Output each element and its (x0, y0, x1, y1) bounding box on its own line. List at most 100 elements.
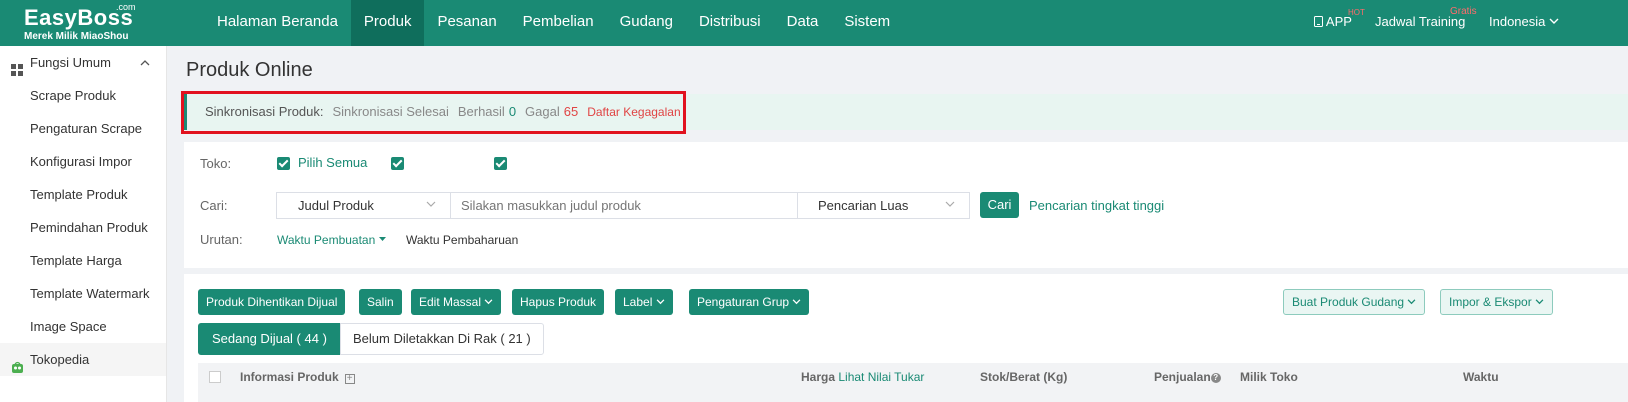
cari-label: Cari: (200, 198, 228, 213)
training-link[interactable]: Jadwal Training Gratis (1375, 6, 1477, 29)
sync-status: Sinkronisasi Selesai (332, 104, 449, 119)
label-button-label: Label (623, 295, 653, 309)
label-button[interactable]: Label (615, 289, 673, 315)
language-selector[interactable]: Indonesia (1489, 14, 1559, 29)
store-checkbox[interactable] (494, 157, 507, 170)
import-export-button[interactable]: Impor & Ekspor (1440, 289, 1554, 315)
search-mode-select[interactable]: Pencarian Luas (797, 193, 969, 218)
search-field-value: Judul Produk (298, 198, 374, 213)
stop-selling-button[interactable]: Produk Dihentikan Dijual (198, 289, 346, 315)
nav-data[interactable]: Data (774, 0, 832, 46)
caret-down-icon (378, 233, 386, 247)
tab-belum-diletakkan[interactable]: Belum Diletakkan Di Rak ( 21 ) (340, 323, 544, 355)
bulk-edit-button[interactable]: Edit Massal (411, 289, 502, 315)
failure-list-link[interactable]: Daftar Kegagalan (587, 105, 680, 119)
grid-icon (11, 56, 24, 76)
toko-label: Toko: (200, 156, 232, 171)
language-label: Indonesia (1489, 14, 1546, 29)
bulk-edit-label: Edit Massal (419, 295, 482, 309)
advanced-search-link[interactable]: Pencarian tingkat tinggi (1029, 198, 1164, 213)
sync-success-count: 0 (508, 104, 517, 119)
chevron-down-icon (792, 295, 801, 309)
chevron-down-icon (1549, 14, 1559, 29)
sidebar-group-label: Fungsi Umum (30, 55, 111, 70)
col-info-label: Informasi Produk (240, 370, 339, 384)
col-sales: Penjualan? (1154, 370, 1221, 384)
expand-icon[interactable]: + (344, 374, 355, 384)
sidebar-group-fungsi-umum[interactable]: Fungsi Umum (0, 46, 166, 79)
sort-creation-label: Waktu Pembuatan (277, 233, 376, 247)
chevron-up-icon (140, 46, 150, 79)
copy-button[interactable]: Salin (359, 289, 402, 315)
sync-fail-label: Gagal (525, 104, 560, 119)
chevron-down-icon (1535, 295, 1544, 309)
help-icon[interactable]: ? (1210, 373, 1221, 383)
store-checkbox[interactable] (391, 157, 404, 170)
app-link[interactable]: APP HOT (1314, 8, 1365, 29)
nav-pembelian[interactable]: Pembelian (510, 0, 607, 46)
sidebar: Fungsi Umum Scrape Produk Pengaturan Scr… (0, 46, 167, 402)
search-button[interactable]: Cari (980, 192, 1019, 218)
sync-status-bar: Sinkronisasi Produk: Sinkronisasi Selesai… (184, 94, 1628, 130)
nav-pesanan[interactable]: Pesanan (424, 0, 509, 46)
filter-panel: Toko: Pilih Semua Cari: Judul Produk Pen… (184, 142, 1628, 268)
training-gratis-badge: Gratis (1450, 6, 1477, 17)
select-all-label[interactable]: Pilih Semua (298, 155, 367, 170)
chevron-down-icon (945, 193, 955, 218)
delete-product-button[interactable]: Hapus Produk (512, 289, 605, 315)
nav-produk[interactable]: Produk (350, 0, 425, 46)
search-mode-value: Pencarian Luas (818, 198, 909, 213)
chevron-down-icon (426, 193, 436, 218)
top-navbar: .com EasyBoss Merek Milik MiaoShou Halam… (0, 0, 1628, 46)
col-shop: Milik Toko (1240, 370, 1298, 384)
col-sales-label: Penjualan (1154, 370, 1211, 384)
chevron-down-icon (656, 295, 665, 309)
main-content: Produk Online Sinkronisasi Produk: Sinkro… (167, 46, 1628, 402)
sidebar-group-tokopedia[interactable]: Tokopedia (0, 343, 166, 376)
sidebar-item-pengaturan-scrape[interactable]: Pengaturan Scrape (0, 112, 166, 145)
nav-gudang[interactable]: Gudang (607, 0, 686, 46)
chevron-down-icon (484, 295, 493, 309)
logo[interactable]: .com EasyBoss Merek Milik MiaoShou (22, 2, 152, 44)
create-warehouse-label: Buat Produk Gudang (1292, 295, 1405, 309)
sidebar-item-template-produk[interactable]: Template Produk (0, 178, 166, 211)
search-input[interactable] (451, 193, 797, 218)
select-all-checkbox[interactable] (277, 157, 290, 170)
sidebar-item-template-harga[interactable]: Template Harga (0, 244, 166, 277)
logo-name: EasyBoss (24, 5, 134, 30)
group-settings-button[interactable]: Pengaturan Grup (689, 289, 810, 315)
col-price-label: Harga (801, 370, 836, 384)
select-all-rows-checkbox[interactable] (209, 371, 221, 383)
sort-label: Urutan: (200, 232, 243, 247)
sidebar-item-scrape-produk[interactable]: Scrape Produk (0, 79, 166, 112)
sync-fail-count: 65 (563, 104, 579, 119)
sidebar-item-template-watermark[interactable]: Template Watermark (0, 277, 166, 310)
nav-halaman-beranda[interactable]: Halaman Beranda (204, 0, 351, 46)
chevron-down-icon (1407, 295, 1416, 309)
app-hot-badge: HOT (1348, 8, 1365, 17)
sidebar-group-label: Tokopedia (30, 352, 90, 367)
product-list-panel: Produk Dihentikan Dijual Salin Edit Mass… (184, 274, 1628, 402)
sidebar-item-konfigurasi-impor[interactable]: Konfigurasi Impor (0, 145, 166, 178)
sort-update-time[interactable]: Waktu Pembaharuan (406, 233, 518, 247)
sidebar-item-pemindahan-produk[interactable]: Pemindahan Produk (0, 211, 166, 244)
sync-label: Sinkronisasi Produk: (205, 104, 324, 119)
phone-icon (1314, 14, 1326, 29)
col-stock: Stok/Berat (Kg) (980, 370, 1068, 384)
table-header: Informasi Produk + Harga Lihat Nilai Tuka… (198, 363, 1628, 402)
col-info: Informasi Produk + (240, 370, 355, 384)
create-warehouse-product-button[interactable]: Buat Produk Gudang (1283, 289, 1426, 315)
nav-distribusi[interactable]: Distribusi (686, 0, 774, 46)
exchange-rate-link[interactable]: Lihat Nilai Tukar (838, 370, 924, 384)
col-time: Waktu (1463, 370, 1499, 384)
sidebar-item-image-space[interactable]: Image Space (0, 310, 166, 343)
main-nav: Halaman Beranda Produk Pesanan Pembelian… (204, 0, 903, 46)
col-price: Harga Lihat Nilai Tukar (801, 370, 924, 384)
sort-creation-time[interactable]: Waktu Pembuatan (277, 233, 386, 247)
nav-sistem[interactable]: Sistem (831, 0, 903, 46)
search-group: Judul Produk Pencarian Luas (276, 192, 970, 219)
page-title: Produk Online (186, 59, 313, 81)
tab-sedang-dijual[interactable]: Sedang Dijual ( 44 ) (198, 323, 341, 355)
search-field-select[interactable]: Judul Produk (277, 193, 451, 218)
logo-subtitle: Merek Milik MiaoShou (24, 31, 129, 42)
